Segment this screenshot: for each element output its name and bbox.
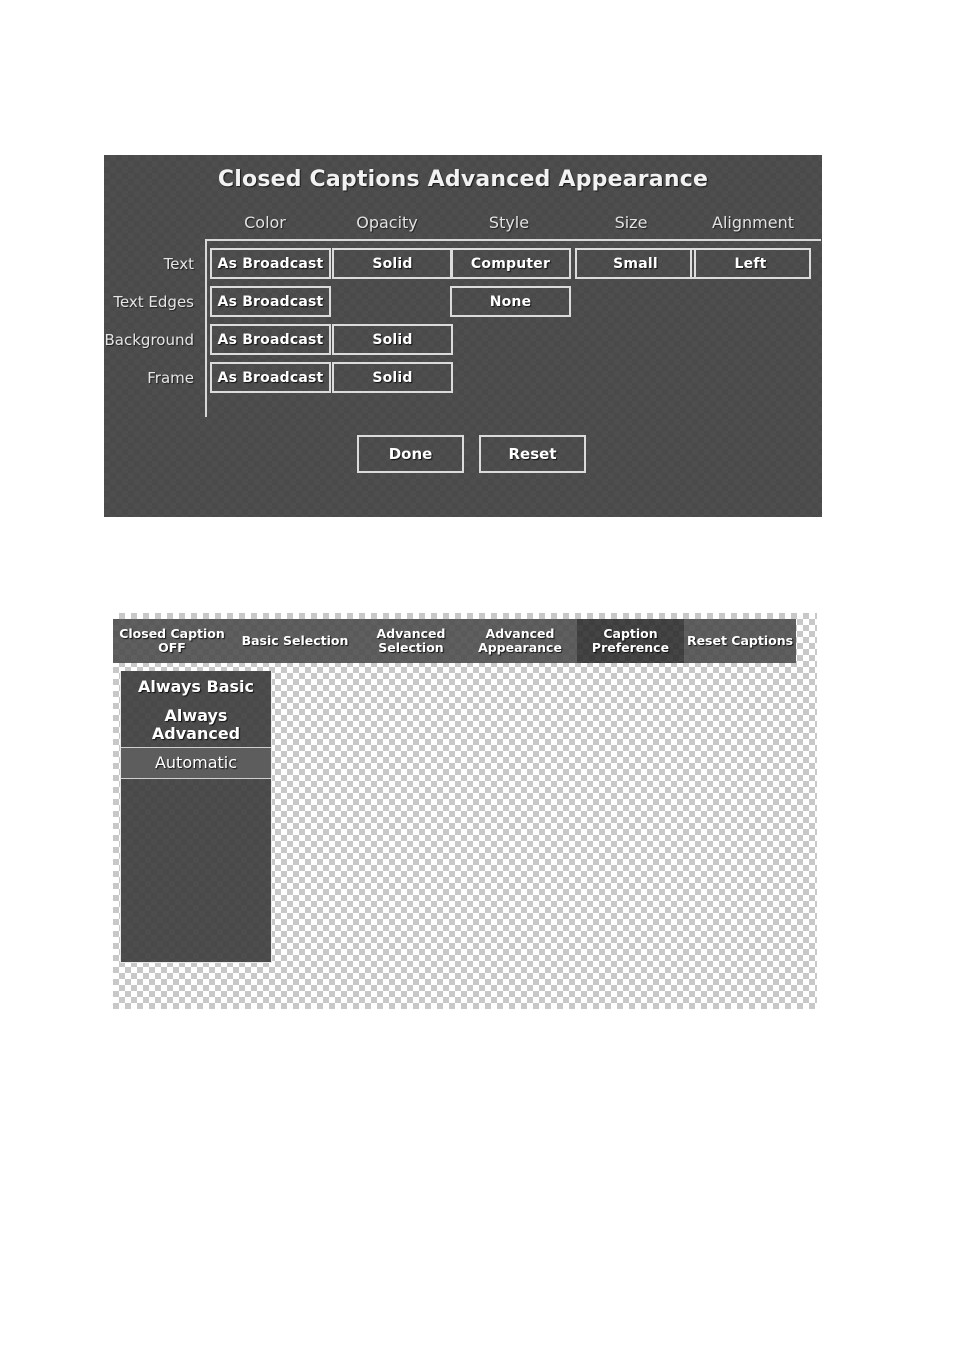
reset-button[interactable]: Reset — [479, 435, 586, 473]
text-style-button[interactable]: Computer — [450, 248, 571, 279]
frame-color-button[interactable]: As Broadcast — [210, 362, 331, 393]
row-label-text-edges: Text Edges — [113, 293, 194, 311]
row-label-divider — [205, 239, 207, 417]
background-opacity-button[interactable]: Solid — [332, 324, 453, 355]
column-header-style: Style — [488, 213, 530, 232]
row-label-background: Background — [104, 331, 195, 349]
advanced-appearance-dialog: Closed Captions Advanced Appearance Colo… — [104, 155, 822, 517]
menu-item-always-advanced[interactable]: Always Advanced — [121, 703, 271, 747]
column-header-opacity: Opacity — [356, 213, 418, 232]
column-header-color: Color — [244, 213, 286, 232]
tab-caption-preference[interactable]: Caption Preference — [577, 619, 684, 663]
text-size-button[interactable]: Small — [575, 248, 696, 279]
menu-item-automatic[interactable]: Automatic — [121, 747, 271, 779]
caption-preference-panel: Closed Caption OFF Basic Selection Advan… — [113, 613, 817, 1009]
text-opacity-button[interactable]: Solid — [332, 248, 453, 279]
header-divider — [205, 239, 821, 241]
row-label-text: Text — [163, 255, 194, 273]
tab-advanced-appearance[interactable]: Advanced Appearance — [463, 619, 577, 663]
text-alignment-button[interactable]: Left — [690, 248, 811, 279]
text-edges-color-button[interactable]: As Broadcast — [210, 286, 331, 317]
caption-preference-menu: Always Basic Always Advanced Automatic — [120, 671, 272, 963]
dialog-title: Closed Captions Advanced Appearance — [217, 167, 709, 192]
done-button[interactable]: Done — [357, 435, 464, 473]
column-header-alignment: Alignment — [712, 213, 794, 232]
tab-basic-selection[interactable]: Basic Selection — [231, 619, 359, 663]
text-color-button[interactable]: As Broadcast — [210, 248, 331, 279]
frame-opacity-button[interactable]: Solid — [332, 362, 453, 393]
tab-reset-captions[interactable]: Reset Captions — [684, 619, 796, 663]
tab-advanced-selection[interactable]: Advanced Selection — [359, 619, 463, 663]
background-color-button[interactable]: As Broadcast — [210, 324, 331, 355]
tab-closed-caption-off[interactable]: Closed Caption OFF — [113, 619, 231, 663]
menu-item-always-basic[interactable]: Always Basic — [121, 671, 271, 703]
text-edges-style-button[interactable]: None — [450, 286, 571, 317]
row-label-frame: Frame — [147, 369, 194, 387]
caption-tabbar: Closed Caption OFF Basic Selection Advan… — [113, 619, 796, 663]
column-header-size: Size — [614, 213, 648, 232]
